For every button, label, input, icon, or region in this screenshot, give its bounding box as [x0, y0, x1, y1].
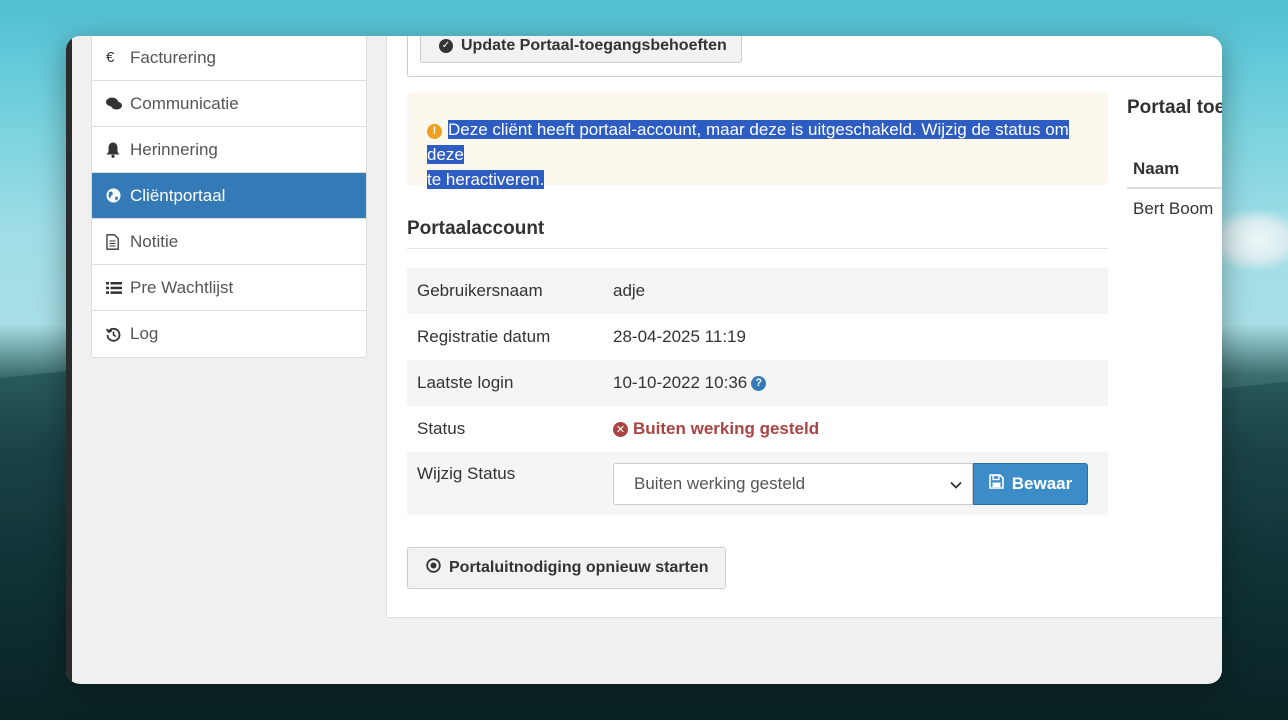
times-circle-icon: ✕ — [613, 421, 628, 437]
sidebar-item-communicatie[interactable]: Communicatie — [92, 81, 366, 127]
alert-text-line1: Deze cliënt heeft portaal-account, maar … — [427, 120, 1069, 164]
table-row: Gebruikersnaam adje — [407, 268, 1108, 314]
sidebar-item-facturering[interactable]: € Facturering — [92, 36, 366, 81]
exclamation-circle-icon: ! — [427, 124, 442, 139]
status-label: Status — [417, 419, 466, 438]
update-portal-access-label: Update Portaal-toegangsbehoeften — [461, 36, 727, 54]
portal-access-title: Portaal toeg — [1127, 97, 1222, 118]
table-row: Laatste login 10-10-2022 10:36 ? — [407, 360, 1108, 406]
sidebar-item-notitie[interactable]: Notitie — [92, 219, 366, 265]
registration-value: 28-04-2025 11:19 — [613, 327, 746, 346]
change-status-label: Wijzig Status — [417, 464, 516, 483]
table-row: Registratie datum 28-04-2025 11:19 — [407, 314, 1108, 360]
sidebar-item-label: Pre Wachtlijst — [130, 277, 234, 297]
comments-icon — [106, 97, 130, 111]
list-icon — [106, 281, 130, 295]
restart-invitation-label: Portaluitnodiging opnieuw starten — [449, 559, 709, 576]
sidebar-item-clientportaal[interactable]: Cliëntportaal — [92, 173, 366, 219]
euro-icon: € — [106, 49, 115, 66]
status-select[interactable]: Buiten werking gesteld — [613, 463, 973, 505]
section-title: Portaalaccount — [407, 218, 1108, 249]
restart-invitation-button[interactable]: Portaluitnodiging opnieuw starten — [407, 547, 726, 589]
document-icon — [106, 233, 130, 250]
window-left-edge — [66, 36, 72, 684]
times-circle-outline-icon — [426, 558, 441, 578]
access-needs-box: ✓ Update Portaal-toegangsbehoeften — [407, 36, 1222, 77]
table-row: Wijzig Status Buiten werking gesteld Bew… — [407, 452, 1108, 515]
floppy-disk-icon — [988, 474, 1004, 494]
sidebar-item-pre-wachtlijst[interactable]: Pre Wachtlijst — [92, 265, 366, 311]
status-select-value: Buiten werking gesteld — [634, 474, 806, 493]
main-panel: ✓ Update Portaal-toegangsbehoeften ! Deze… — [386, 36, 1222, 618]
chevron-down-icon — [950, 477, 962, 492]
last-login-value: 10-10-2022 10:36 — [613, 373, 748, 392]
sidebar-item-label: Notitie — [130, 231, 179, 251]
update-portal-access-button[interactable]: ✓ Update Portaal-toegangsbehoeften — [420, 36, 742, 63]
history-icon — [106, 327, 130, 342]
save-button-label: Bewaar — [1011, 474, 1073, 493]
check-circle-icon: ✓ — [439, 38, 453, 53]
sidebar-item-label: Herinnering — [130, 139, 218, 159]
sidebar-item-label: Cliëntportaal — [130, 185, 226, 205]
portal-account-table: Gebruikersnaam adje Registratie datum 28… — [407, 268, 1108, 515]
username-label: Gebruikersnaam — [417, 281, 543, 300]
alert-text-line2: te heractiveren. — [427, 170, 545, 189]
save-button[interactable]: Bewaar — [973, 463, 1088, 505]
sidebar-item-label: Facturering — [130, 47, 216, 67]
last-login-label: Laatste login — [417, 373, 514, 392]
status-badge: ✕ Buiten werking gesteld — [613, 419, 819, 439]
registration-label: Registratie datum — [417, 327, 551, 346]
table-row: Status ✕ Buiten werking gesteld — [407, 406, 1108, 452]
name-column-header: Naam — [1127, 145, 1222, 189]
sidebar-item-label: Log — [130, 324, 159, 343]
name-cell: Bert Boom — [1133, 199, 1214, 218]
status-value: Buiten werking gesteld — [633, 419, 820, 438]
bell-icon — [106, 142, 130, 158]
app-window: € Facturering Communicatie Herinnering C… — [66, 36, 1222, 684]
sidebar-item-log[interactable]: Log — [92, 311, 366, 357]
sidebar-item-herinnering[interactable]: Herinnering — [92, 127, 366, 173]
sidebar-nav: € Facturering Communicatie Herinnering C… — [91, 36, 367, 358]
globe-icon — [106, 188, 130, 203]
username-value: adje — [613, 281, 646, 300]
warning-alert: ! Deze cliënt heeft portaal-account, maar… — [407, 93, 1108, 189]
sidebar-item-label: Communicatie — [130, 93, 239, 113]
question-circle-icon[interactable]: ? — [751, 375, 767, 391]
